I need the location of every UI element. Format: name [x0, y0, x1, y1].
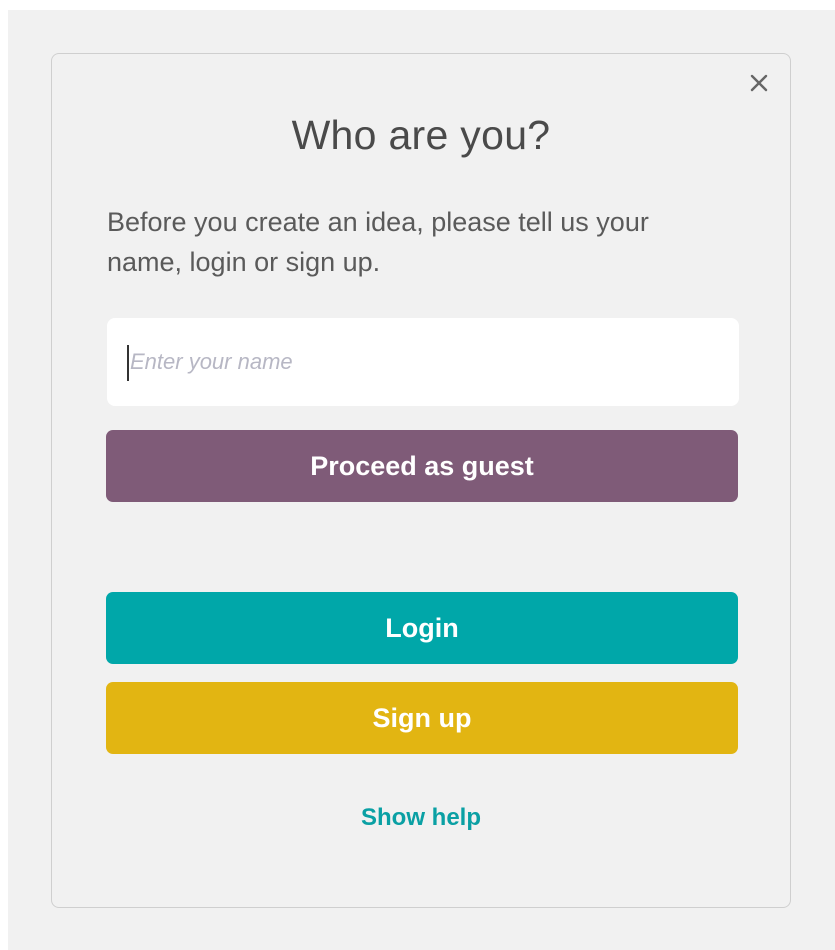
name-input[interactable] [107, 318, 739, 406]
dialog-title: Who are you? [291, 112, 551, 158]
close-button[interactable] [742, 66, 776, 100]
proceed-as-guest-button[interactable]: Proceed as guest [106, 430, 738, 502]
sign-up-button[interactable]: Sign up [106, 682, 738, 754]
identity-dialog: Who are you? Before you create an idea, … [51, 53, 791, 908]
dialog-description: Before you create an idea, please tell u… [107, 207, 649, 277]
login-button[interactable]: Login [106, 592, 738, 664]
text-caret [127, 345, 129, 381]
close-icon [750, 74, 768, 92]
show-help-link[interactable]: Show help [52, 804, 790, 832]
